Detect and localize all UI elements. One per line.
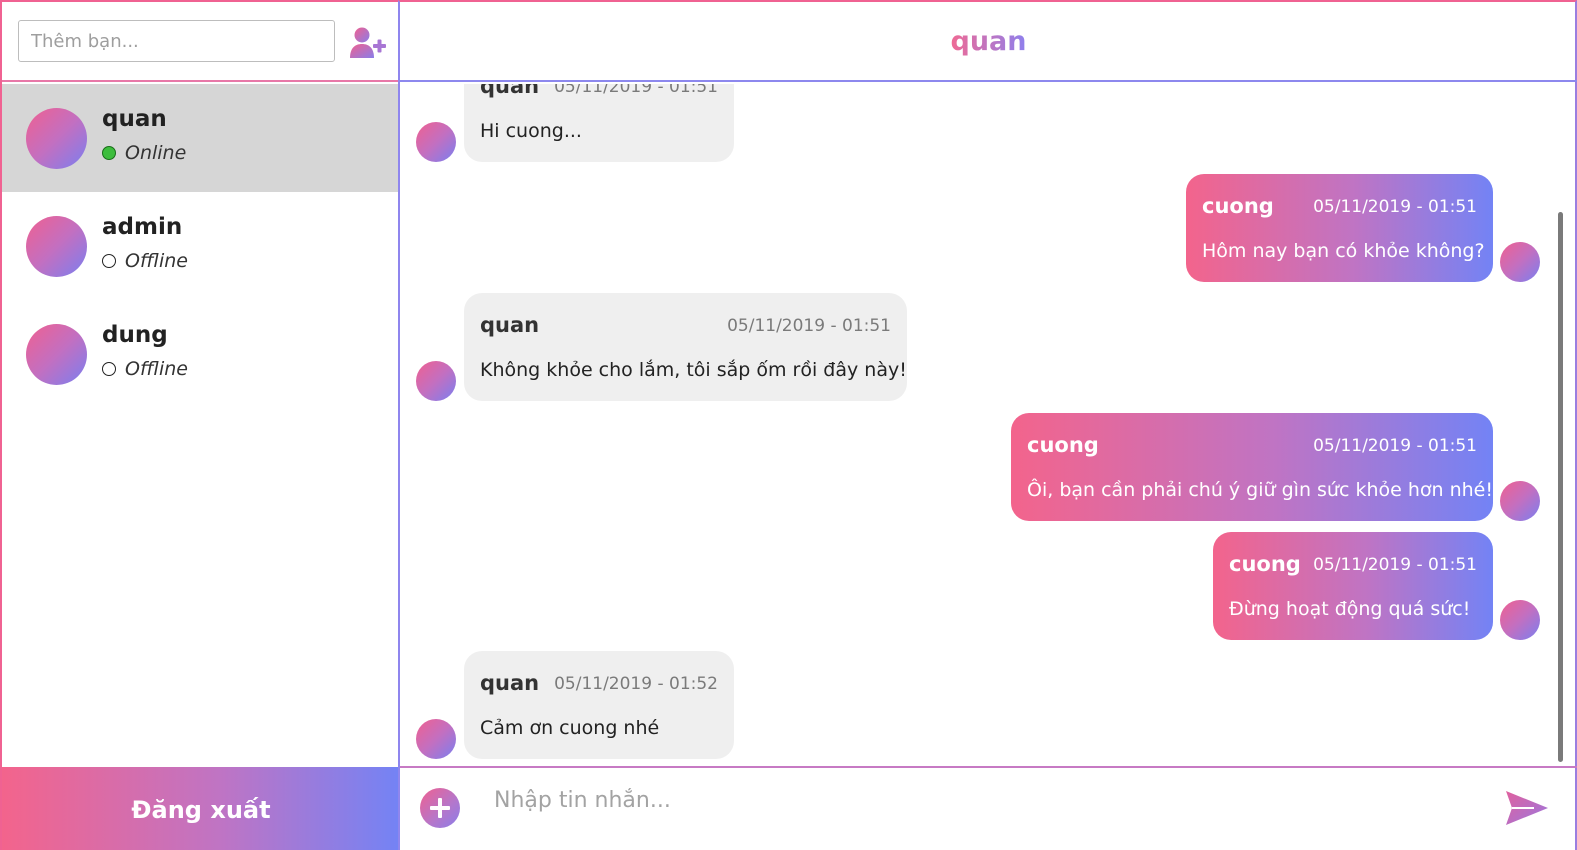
user-item-admin[interactable]: admin Offline bbox=[2, 192, 398, 300]
online-status-icon bbox=[102, 146, 116, 160]
plus-icon bbox=[430, 798, 450, 818]
message-sender: cuong bbox=[1027, 433, 1099, 457]
user-status-label: Offline bbox=[125, 250, 188, 272]
add-friend-button[interactable] bbox=[349, 26, 387, 60]
message-sender: quan bbox=[480, 84, 540, 98]
scrollbar-thumb[interactable] bbox=[1558, 212, 1563, 762]
user-status-label: Offline bbox=[125, 358, 188, 380]
user-status: Offline bbox=[102, 250, 188, 272]
avatar bbox=[26, 216, 87, 277]
message-time: 05/11/2019 - 01:52 bbox=[554, 674, 718, 694]
message-text: Hôm nay bạn có khỏe không? bbox=[1202, 240, 1485, 262]
offline-status-icon bbox=[102, 362, 116, 376]
message-input[interactable] bbox=[480, 780, 1480, 820]
user-plus-icon bbox=[350, 27, 386, 58]
user-status-label: Online bbox=[125, 142, 187, 164]
sidebar-header bbox=[2, 2, 400, 82]
avatar bbox=[416, 122, 456, 162]
user-status: Offline bbox=[102, 358, 188, 380]
message-text: Cảm ơn cuong nhé bbox=[480, 717, 660, 739]
chat-title: quan bbox=[950, 25, 1027, 57]
send-button[interactable] bbox=[1504, 788, 1550, 828]
message-text: Ôi, bạn cần phải chú ý giữ gìn sức khỏe … bbox=[1027, 479, 1493, 501]
avatar bbox=[1500, 600, 1540, 640]
message-bubble: quan 05/11/2019 - 01:52 Cảm ơn cuong nhé bbox=[464, 651, 734, 759]
attach-button[interactable] bbox=[420, 788, 460, 828]
message-time: 05/11/2019 - 01:51 bbox=[727, 316, 891, 336]
chat-panel: quan quan 05/11/2019 - 01:51 Hi cuong...… bbox=[398, 0, 1577, 850]
message-sender: quan bbox=[480, 313, 540, 337]
message-composer bbox=[400, 766, 1577, 850]
user-status: Online bbox=[102, 142, 186, 164]
message-list[interactable]: quan 05/11/2019 - 01:51 Hi cuong... cuon… bbox=[400, 84, 1560, 766]
user-item-quan[interactable]: quan Online bbox=[2, 84, 398, 192]
message-sender: cuong bbox=[1229, 552, 1301, 576]
offline-status-icon bbox=[102, 254, 116, 268]
user-name: quan bbox=[102, 106, 167, 132]
sidebar: quan Online admin Offline dung bbox=[0, 0, 400, 850]
user-name: admin bbox=[102, 214, 183, 240]
message-text: Không khỏe cho lắm, tôi sắp ốm rồi đây n… bbox=[480, 359, 907, 381]
message-time: 05/11/2019 - 01:51 bbox=[1313, 197, 1477, 217]
user-item-dung[interactable]: dung Offline bbox=[2, 300, 398, 408]
avatar bbox=[26, 108, 87, 169]
message-time: 05/11/2019 - 01:51 bbox=[1313, 555, 1477, 575]
message-time: 05/11/2019 - 01:51 bbox=[1313, 436, 1477, 456]
avatar bbox=[416, 361, 456, 401]
message-text: Hi cuong... bbox=[480, 120, 582, 142]
logout-button[interactable]: Đăng xuất bbox=[2, 767, 400, 850]
chat-app: quan Online admin Offline dung bbox=[0, 0, 1577, 850]
message-bubble: cuong 05/11/2019 - 01:51 Hôm nay bạn có … bbox=[1186, 174, 1493, 282]
avatar bbox=[1500, 481, 1540, 521]
avatar bbox=[1500, 242, 1540, 282]
message-bubble: cuong 05/11/2019 - 01:51 Đừng hoạt động … bbox=[1213, 532, 1493, 640]
message-time: 05/11/2019 - 01:51 bbox=[554, 84, 718, 97]
user-name: dung bbox=[102, 322, 168, 348]
scrollbar[interactable] bbox=[1557, 87, 1565, 764]
message-sender: quan bbox=[480, 671, 540, 695]
message-bubble: cuong 05/11/2019 - 01:51 Ôi, bạn cần phả… bbox=[1011, 413, 1493, 521]
user-list: quan Online admin Offline dung Offline bbox=[2, 84, 398, 408]
send-icon bbox=[1506, 791, 1548, 825]
message-bubble: quan 05/11/2019 - 01:51 Hi cuong... bbox=[464, 84, 734, 162]
add-friend-input[interactable] bbox=[18, 20, 335, 62]
chat-header: quan bbox=[400, 2, 1577, 82]
avatar bbox=[416, 719, 456, 759]
message-sender: cuong bbox=[1202, 194, 1274, 218]
message-text: Đừng hoạt động quá sức! bbox=[1229, 598, 1471, 620]
avatar bbox=[26, 324, 87, 385]
message-bubble: quan 05/11/2019 - 01:51 Không khỏe cho l… bbox=[464, 293, 907, 401]
